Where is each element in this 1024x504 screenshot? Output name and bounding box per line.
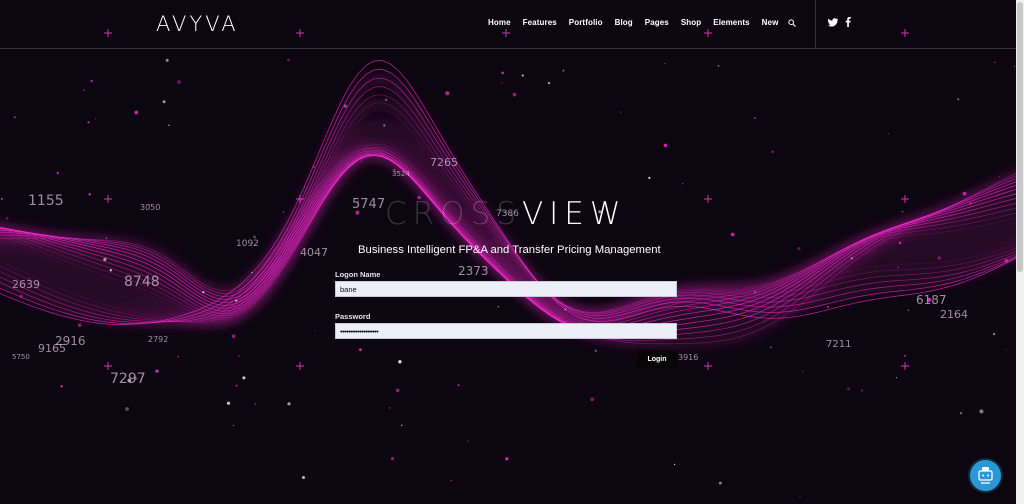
background-number: 3916: [678, 353, 698, 362]
background-number: 8748: [124, 274, 160, 290]
chat-support-button[interactable]: [970, 460, 1001, 491]
search-icon[interactable]: [788, 19, 796, 27]
background-number: 1092: [236, 239, 259, 249]
background-number: 1155: [28, 193, 64, 209]
logon-name-input[interactable]: [335, 281, 677, 297]
nav-home[interactable]: Home: [488, 18, 511, 27]
background-number: 2164: [940, 308, 968, 321]
nav-new[interactable]: New: [762, 18, 779, 27]
page-subtitle: Business Intelligent FP&A and Transfer P…: [358, 244, 661, 256]
login-button[interactable]: Login: [637, 351, 677, 368]
site-logo[interactable]: AVYVA: [156, 12, 239, 36]
twitter-icon[interactable]: [828, 18, 838, 27]
main-nav: Home Features Portfolio Blog Pages Shop …: [488, 18, 790, 27]
title-bold-part: VIEW: [521, 196, 627, 232]
facebook-icon[interactable]: [845, 17, 851, 27]
background-number: 7297: [110, 371, 146, 387]
nav-pages[interactable]: Pages: [645, 18, 669, 27]
page-scrollbar[interactable]: [1016, 0, 1024, 504]
background-number: 2792: [148, 335, 168, 344]
chat-support-icon: [978, 467, 993, 484]
background-number: 5747: [352, 197, 385, 212]
nav-features[interactable]: Features: [523, 18, 557, 27]
logon-name-label: Logon Name: [335, 270, 381, 279]
background-number: 5750: [12, 353, 30, 361]
title-faded-part: CROSS: [385, 196, 522, 232]
top-header: AVYVA Home Features Portfolio Blog Pages…: [0, 0, 1016, 49]
background-number: 4047: [300, 246, 328, 259]
nav-shop[interactable]: Shop: [681, 18, 701, 27]
background-number: 3050: [140, 203, 160, 212]
header-divider: [815, 0, 816, 48]
background-number: 2639: [12, 278, 40, 291]
nav-elements[interactable]: Elements: [713, 18, 749, 27]
background-number: 9165: [38, 342, 66, 355]
background-number: 2373: [458, 264, 489, 278]
nav-portfolio[interactable]: Portfolio: [569, 18, 603, 27]
password-label: Password: [335, 312, 371, 321]
nav-blog[interactable]: Blog: [615, 18, 633, 27]
background-number: 7211: [826, 339, 851, 350]
background-number: 7265: [430, 156, 458, 169]
page-title: CROSSVIEW: [385, 196, 627, 232]
background-number: 3524: [392, 170, 410, 178]
scrollbar-thumb[interactable]: [1017, 2, 1023, 272]
password-input[interactable]: [335, 323, 677, 339]
background-number: 6187: [916, 293, 947, 307]
